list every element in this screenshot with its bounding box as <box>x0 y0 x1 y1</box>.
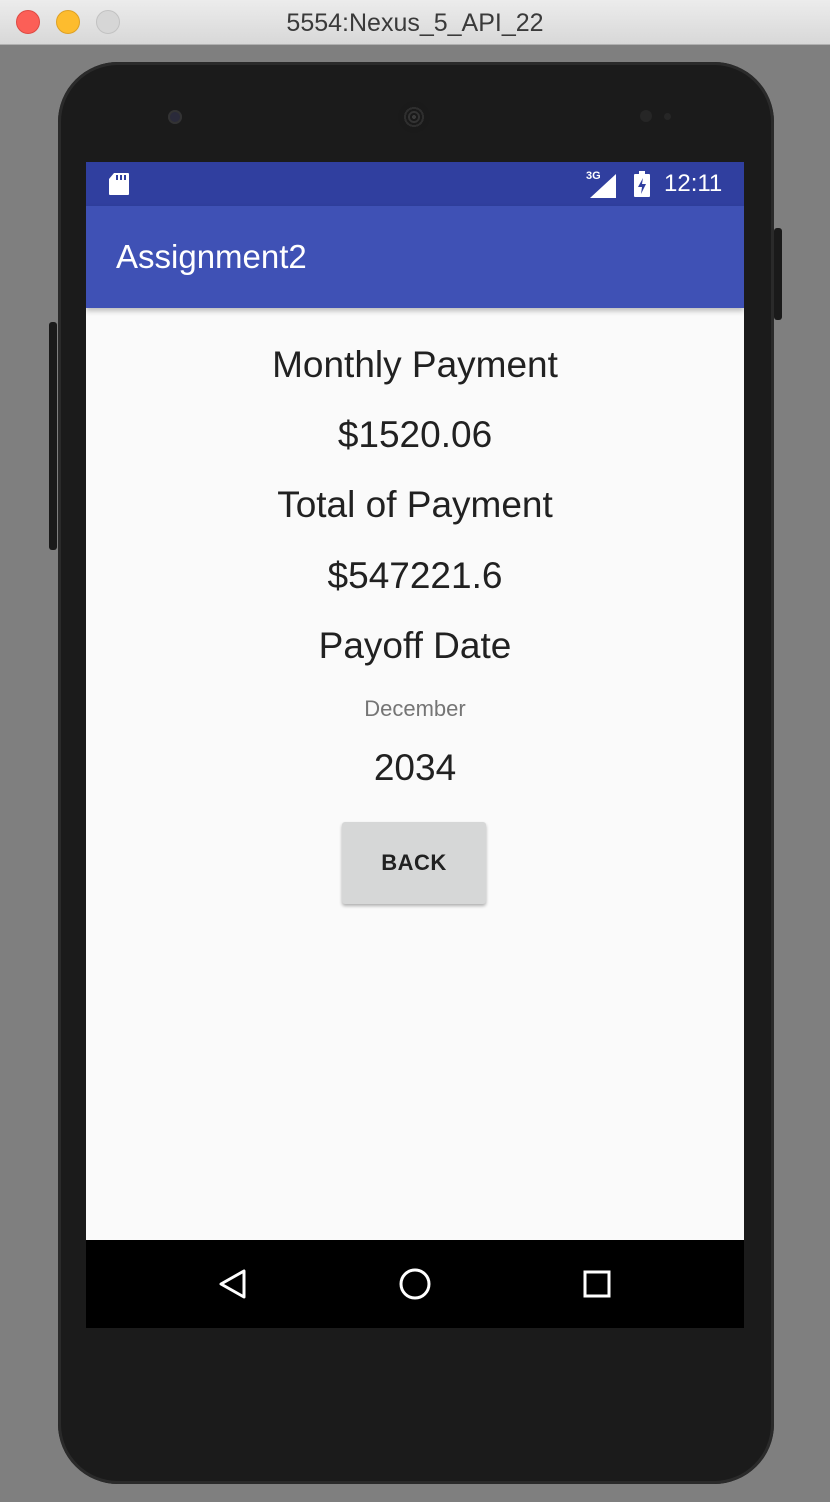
window-titlebar: 5554:Nexus_5_API_22 <box>0 0 830 45</box>
navigation-bar <box>86 1240 744 1328</box>
proximity-sensor-icon <box>640 110 652 122</box>
payoff-month-value: December <box>364 696 466 721</box>
battery-charging-icon <box>634 171 650 197</box>
monthly-payment-label: Monthly Payment <box>272 344 558 385</box>
app-title: Assignment2 <box>116 238 307 275</box>
signal-icon <box>590 174 616 198</box>
status-clock: 12:11 <box>664 170 723 197</box>
light-sensor-icon <box>664 113 671 120</box>
speaker-grille-icon <box>398 101 430 133</box>
total-payment-value: $547221.6 <box>327 555 503 596</box>
app-bar: Assignment2 <box>86 206 744 308</box>
total-payment-label: Total of Payment <box>277 484 553 525</box>
back-button[interactable]: BACK <box>342 822 486 904</box>
status-bar: 3G 12:11 <box>86 162 744 206</box>
front-camera-icon <box>168 110 182 124</box>
monthly-payment-value: $1520.06 <box>337 414 493 455</box>
volume-button[interactable] <box>49 322 57 550</box>
window-title: 5554:Nexus_5_API_22 <box>286 9 544 37</box>
sd-card-icon <box>109 173 129 195</box>
payoff-year-value: 2034 <box>373 747 457 788</box>
payoff-date-label: Payoff Date <box>318 625 512 666</box>
power-button[interactable] <box>774 228 782 320</box>
back-icon[interactable] <box>214 1264 254 1304</box>
home-icon[interactable] <box>395 1264 435 1304</box>
device-screen: 3G 12:11 Assignment2 Monthly Payment $15… <box>86 162 744 1328</box>
recents-icon[interactable] <box>577 1264 617 1304</box>
